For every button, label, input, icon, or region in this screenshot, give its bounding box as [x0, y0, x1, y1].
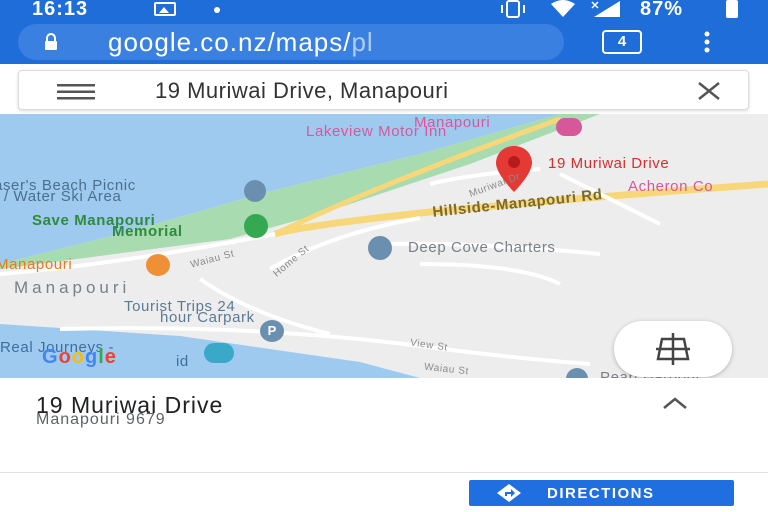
- url-tail: pl: [351, 27, 374, 57]
- tilt-icon: [656, 333, 690, 365]
- directions-button[interactable]: DIRECTIONS: [469, 480, 734, 506]
- hotel-icon[interactable]: [556, 118, 582, 136]
- map-label-manapouri-poi[interactable]: Manapouri: [0, 257, 72, 272]
- picnic-icon[interactable]: [244, 180, 266, 202]
- tilt-view-button[interactable]: [614, 321, 732, 377]
- battery-percent: 87%: [640, 0, 684, 20]
- divider: [0, 472, 768, 473]
- tab-switcher-button[interactable]: 4: [602, 30, 642, 54]
- wifi-icon: [551, 0, 575, 17]
- browser-top-bar: 16:13 87% google.co.nz/maps/pl 4: [0, 0, 768, 64]
- charter-icon[interactable]: [368, 236, 392, 260]
- restaurant-icon[interactable]: [146, 254, 170, 276]
- url-main: google.co.nz/maps/: [108, 27, 352, 57]
- overflow-menu-icon[interactable]: [700, 30, 714, 54]
- vibrate-icon: [501, 0, 525, 18]
- map-label-tourist-2[interactable]: hour Carpark: [160, 310, 255, 325]
- search-box[interactable]: 19 Muriwai Drive, Manapouri: [18, 70, 749, 110]
- memorial-icon[interactable]: [244, 214, 268, 238]
- boat-icon[interactable]: [204, 343, 234, 363]
- hamburger-menu-icon[interactable]: [57, 84, 95, 100]
- google-logo: Google: [42, 346, 117, 368]
- map-label-town: Manapouri: [14, 278, 131, 297]
- map-label-beach-2[interactable]: / Water Ski Area: [4, 189, 121, 204]
- map-label-motor-inn-2[interactable]: Lakeview Motor Inn: [306, 124, 447, 139]
- map-label-real-journeys-tail[interactable]: id: [176, 354, 189, 369]
- directions-label: DIRECTIONS: [547, 485, 655, 502]
- signal-icon: [591, 1, 620, 17]
- place-subtitle: Manapouri 9679: [36, 411, 166, 428]
- status-time: 16:13: [32, 0, 89, 20]
- map-label-memorial-2[interactable]: Memorial: [112, 224, 183, 239]
- map-label-pin: 19 Muriwai Drive: [548, 155, 670, 172]
- map-label-deep-cove[interactable]: Deep Cove Charters: [408, 240, 556, 255]
- close-icon[interactable]: [695, 81, 723, 101]
- place-bottom-sheet[interactable]: 19 Muriwai Drive Manapouri 9679 DIRECTIO…: [0, 378, 768, 512]
- lock-icon: [45, 33, 57, 50]
- map-view[interactable]: Manapouri Lakeview Motor Inn 19 Muriwai …: [0, 114, 768, 378]
- battery-icon: [726, 0, 738, 18]
- url-text[interactable]: google.co.nz/maps/pl: [108, 27, 558, 58]
- image-icon: [154, 2, 176, 16]
- parking-icon[interactable]: P: [260, 320, 284, 342]
- chevron-up-icon[interactable]: [662, 396, 688, 410]
- map-label-acheron[interactable]: Acheron Co: [628, 179, 713, 194]
- directions-icon: [497, 484, 521, 502]
- dot-icon: [214, 7, 220, 13]
- search-input[interactable]: 19 Muriwai Drive, Manapouri: [155, 78, 449, 104]
